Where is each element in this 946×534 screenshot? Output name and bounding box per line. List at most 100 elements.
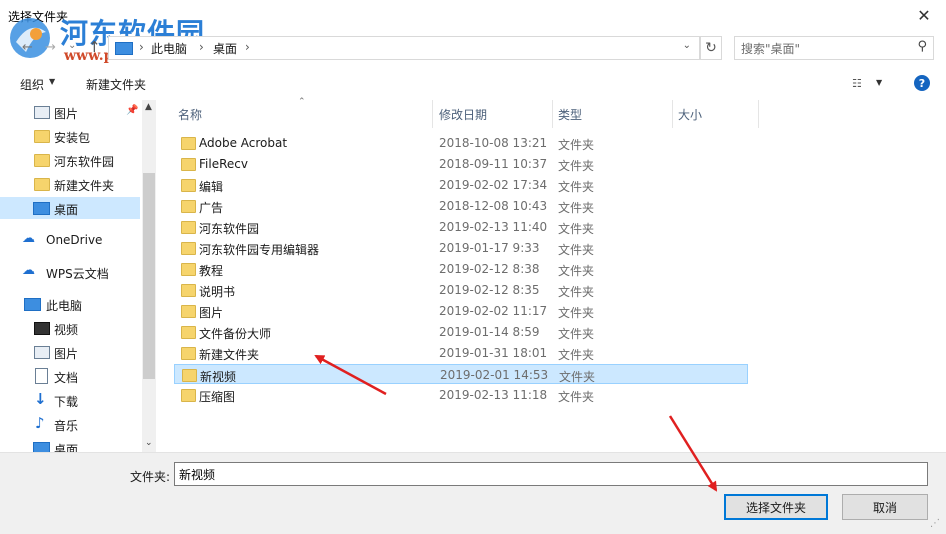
folder-icon [181,242,196,255]
cloud-icon: ☁ [22,263,35,278]
file-type: 文件夹 [559,370,596,384]
view-dropdown-icon[interactable]: ▼ [876,78,882,87]
file-date: 2019-02-02 17:34 [439,178,548,192]
pin-icon[interactable]: 📌 [126,105,138,116]
table-row[interactable]: 新建文件夹 2019-01-31 18:01 文件夹 [174,343,748,363]
file-date: 2019-02-13 11:40 [439,220,548,234]
sidebar-item-install-packages[interactable]: 安装包 [0,125,140,147]
breadcrumb-chevron-icon[interactable]: › [199,40,204,54]
folder-icon [181,347,196,360]
file-name: 压缩图 [199,390,236,404]
sidebar-item-wps-cloud[interactable]: ☁ WPS云文档 [0,261,140,283]
column-divider[interactable] [758,100,759,128]
video-icon [34,322,50,335]
table-row[interactable]: 图片 2019-02-02 11:17 文件夹 [174,301,748,321]
table-row[interactable]: 教程 2019-02-12 8:38 文件夹 [174,259,748,279]
table-row-selected[interactable]: 新视频 2019-02-01 14:53 文件夹 [174,364,748,384]
breadcrumb-desktop[interactable]: 桌面 [213,40,237,57]
sidebar-item-onedrive[interactable]: ☁ OneDrive [0,229,140,251]
organize-button[interactable]: 组织 [20,76,44,93]
folder-icon [181,221,196,234]
sidebar-item-label: 桌面 [54,443,79,452]
column-divider[interactable] [432,100,433,128]
search-input[interactable]: 搜索"桌面" ⚲ [734,36,934,60]
breadcrumb-chevron-icon[interactable]: › [245,40,250,54]
folder-label: 文件夹: [130,470,171,484]
column-header-date[interactable]: 修改日期 [439,106,487,123]
sidebar-item-pictures[interactable]: 图片 [0,341,140,363]
folder-icon [182,369,197,382]
file-type: 文件夹 [558,180,595,194]
file-name: 河东软件园 [199,222,260,236]
help-icon[interactable]: ? [914,75,930,91]
sidebar-item-documents[interactable]: 文档 [0,365,140,387]
scroll-down-icon[interactable]: ⌄ [145,438,153,448]
table-row[interactable]: 编辑 2019-02-02 17:34 文件夹 [174,175,748,195]
up-arrow-icon[interactable]: ↑ [88,38,101,56]
address-bar[interactable]: › 此电脑 › 桌面 › ⌄ [108,36,700,60]
column-header-type[interactable]: 类型 [558,106,582,123]
table-row[interactable]: 河东软件园专用编辑器 2019-01-17 9:33 文件夹 [174,238,748,258]
file-type: 文件夹 [558,285,595,299]
search-icon[interactable]: ⚲ [917,39,927,54]
file-date: 2019-02-12 8:35 [439,283,540,297]
column-divider[interactable] [672,100,673,128]
sidebar-item-videos[interactable]: 视频 [0,317,140,339]
refresh-button[interactable]: ↻ [700,36,722,60]
table-row[interactable]: 文件备份大师 2019-01-14 8:59 文件夹 [174,322,748,342]
sidebar-item-label: 此电脑 [46,299,83,313]
forward-arrow-icon[interactable]: → [45,40,56,55]
cancel-button[interactable]: 取消 [842,494,928,520]
folder-name-input[interactable] [174,462,928,486]
file-name: 编辑 [199,180,224,194]
sidebar-item-label: 新建文件夹 [54,179,115,193]
breadcrumb-this-pc[interactable]: 此电脑 [151,40,187,57]
sort-ascending-icon: ⌃ [298,97,306,107]
organize-dropdown-icon[interactable]: ▼ [49,77,55,86]
sidebar-scrollbar-thumb[interactable] [143,173,155,379]
sidebar-item-desktop-2[interactable]: 桌面 [0,437,140,452]
recent-locations-chevron-icon[interactable]: ⌄ [68,40,76,51]
back-arrow-icon[interactable]: ← [22,40,33,55]
sidebar-item-this-pc[interactable]: 此电脑 [0,293,140,315]
table-row[interactable]: 河东软件园 2019-02-13 11:40 文件夹 [174,217,748,237]
new-folder-button[interactable]: 新建文件夹 [86,76,146,93]
table-row[interactable]: FileRecv 2018-09-11 10:37 文件夹 [174,154,748,174]
folder-icon [181,179,196,192]
file-name: 广告 [199,201,224,215]
column-header-size[interactable]: 大小 [678,106,702,123]
close-button[interactable]: ✕ [912,4,936,26]
file-type: 文件夹 [558,327,595,341]
file-name: 文件备份大师 [199,327,272,341]
music-icon: ♪ [35,414,45,432]
computer-icon [115,42,133,55]
select-folder-button[interactable]: 选择文件夹 [724,494,828,520]
file-name: 河东软件园专用编辑器 [199,243,320,257]
sidebar-item-music[interactable]: ♪ 音乐 [0,413,140,435]
file-name: 教程 [199,264,224,278]
column-divider[interactable] [552,100,553,128]
file-date: 2019-01-31 18:01 [439,346,548,360]
table-row[interactable]: 说明书 2019-02-12 8:35 文件夹 [174,280,748,300]
sidebar-item-new-folder[interactable]: 新建文件夹 [0,173,140,195]
scroll-up-icon[interactable]: ▲ [145,102,152,112]
sidebar-item-hedong[interactable]: 河东软件园 [0,149,140,171]
sidebar-item-downloads[interactable]: ↓ 下载 [0,389,140,411]
breadcrumb-chevron-icon[interactable]: › [139,40,144,54]
column-header-name[interactable]: 名称 [178,106,202,123]
view-options-icon[interactable]: ☷ [852,77,862,90]
sidebar-item-desktop[interactable]: 桌面 [0,197,140,219]
table-row[interactable]: 广告 2018-12-08 10:43 文件夹 [174,196,748,216]
folder-icon [181,137,196,150]
sidebar-item-label: 下载 [54,395,79,409]
file-date: 2019-01-17 9:33 [439,241,540,255]
address-dropdown-icon[interactable]: ⌄ [683,40,691,51]
table-row[interactable]: 压缩图 2019-02-13 11:18 文件夹 [174,385,748,405]
sidebar-item-pictures-pinned[interactable]: 图片 📌 [0,101,140,123]
table-row[interactable]: Adobe Acrobat 2018-10-08 13:21 文件夹 [174,133,748,153]
file-name: 新视频 [200,370,237,384]
resize-grip-icon[interactable]: ⋰ [930,518,940,529]
folder-icon [34,178,50,191]
pictures-icon [34,346,50,359]
file-date: 2018-12-08 10:43 [439,199,548,213]
